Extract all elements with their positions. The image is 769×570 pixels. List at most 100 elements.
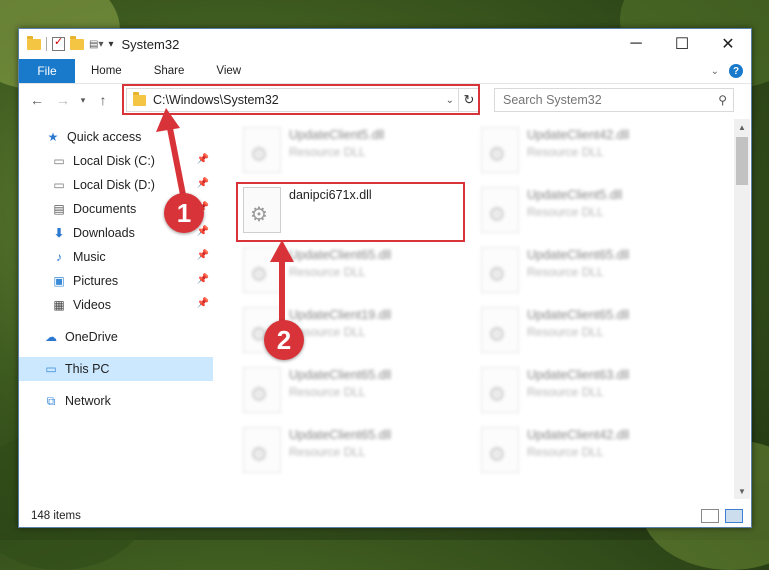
file-name: danipci671x.dll — [289, 188, 372, 202]
address-path[interactable]: C:\Windows\System32 — [153, 93, 279, 107]
address-dropdown-icon[interactable]: ⌄ — [446, 95, 454, 106]
minimize-button[interactable]: ─ — [613, 29, 659, 59]
sidebar-item-label: Pictures — [73, 274, 119, 288]
drive-icon: ▭ — [53, 178, 65, 192]
file-item[interactable]: UpdateClient65.dll Resource DLL — [219, 361, 439, 417]
dll-file-icon — [481, 427, 519, 473]
sidebar-item-label: Network — [65, 394, 111, 408]
pin-icon[interactable]: 📌 — [197, 178, 209, 189]
customize-toolbar-icon[interactable]: ▤▾ — [89, 39, 103, 50]
star-icon: ★ — [47, 130, 59, 144]
back-button[interactable]: ← — [27, 92, 47, 108]
file-item[interactable]: UpdateClient19.dll Resource DLL — [219, 301, 439, 357]
sidebar-item-music[interactable]: ♪ Music 📌 — [19, 245, 213, 269]
sidebar-item-this-pc[interactable]: ▭ This PC — [19, 357, 213, 381]
download-icon: ⬇ — [53, 226, 65, 240]
recent-locations-icon[interactable]: ▾ — [73, 95, 93, 106]
sidebar-item-local-disk-c[interactable]: ▭ Local Disk (C:) 📌 — [19, 149, 213, 173]
expand-ribbon-icon[interactable]: ⌄ — [711, 66, 719, 77]
sidebar-item-pictures[interactable]: ▣ Pictures 📌 — [19, 269, 213, 293]
file-item[interactable]: UpdateClient65.dll Resource DLL — [219, 241, 439, 297]
toolbar-separator — [46, 37, 47, 51]
folder-icon — [27, 35, 41, 50]
sidebar-item-network[interactable]: ⧉ Network — [19, 389, 213, 413]
properties-icon[interactable] — [52, 35, 65, 51]
picture-icon: ▣ — [53, 274, 65, 288]
file-name: UpdateClient42.dll — [527, 428, 630, 442]
document-icon: ▤ — [53, 202, 65, 216]
close-button[interactable]: ✕ — [705, 29, 751, 59]
sidebar-item-label: This PC — [65, 362, 110, 376]
sidebar-item-videos[interactable]: ▦ Videos 📌 — [19, 293, 213, 317]
pin-icon[interactable]: 📌 — [197, 154, 209, 165]
tab-view[interactable]: View — [200, 65, 257, 77]
forward-button[interactable]: → — [53, 92, 73, 108]
file-name: UpdateClient65.dll — [527, 308, 630, 322]
scroll-thumb[interactable] — [736, 137, 748, 185]
file-name: UpdateClient65.dll — [527, 248, 630, 262]
refresh-icon[interactable]: ↻ — [458, 89, 479, 111]
search-box[interactable]: ⚲ — [494, 88, 734, 112]
scroll-up-icon[interactable]: ▲ — [734, 119, 750, 135]
tab-file[interactable]: File — [19, 59, 75, 83]
file-list: UpdateClient5.dll Resource DLL danipci671… — [219, 115, 731, 505]
file-item[interactable]: UpdateClient65.dll Resource DLL — [219, 421, 439, 477]
quick-access-toolbar: ▤▾ ▾ — [19, 35, 114, 51]
file-type: Resource DLL — [527, 325, 604, 339]
sidebar-item-label: Downloads — [73, 226, 135, 240]
tab-home[interactable]: Home — [75, 65, 138, 77]
file-name: UpdateClient63.dll — [527, 368, 630, 382]
file-name: UpdateClient65.dll — [289, 248, 392, 262]
file-type: Resource DLL — [527, 385, 604, 399]
window-title: System32 — [121, 36, 180, 52]
sidebar-item-label: Local Disk (C:) — [73, 154, 155, 168]
sidebar-item-label: OneDrive — [65, 330, 118, 344]
sidebar-item-label: Local Disk (D:) — [73, 178, 155, 192]
file-item[interactable]: UpdateClient65.dll Resource DLL — [457, 301, 677, 357]
file-type: Resource DLL — [289, 325, 366, 339]
sidebar-item-onedrive[interactable]: ☁ OneDrive — [19, 325, 213, 349]
details-view-icon[interactable] — [701, 509, 719, 523]
item-count: 148 items — [31, 510, 81, 522]
file-type: Resource DLL — [289, 445, 366, 459]
search-icon: ⚲ — [718, 93, 727, 107]
title-bar: ▤▾ ▾ System32 ─ ☐ ✕ — [19, 29, 751, 59]
file-item-highlighted[interactable]: danipci671x.dll — [219, 181, 439, 237]
up-button[interactable]: ↑ — [93, 92, 113, 108]
file-name: UpdateClient19.dll — [289, 308, 392, 322]
dll-file-icon — [243, 187, 281, 233]
file-item[interactable]: UpdateClient5.dll Resource DLL — [219, 121, 439, 177]
maximize-button[interactable]: ☐ — [659, 29, 705, 59]
file-type: Resource DLL — [289, 265, 366, 279]
scroll-down-icon[interactable]: ▼ — [734, 483, 750, 499]
navigation-pane: ★ Quick access ▭ Local Disk (C:) 📌 ▭ Loc… — [19, 125, 213, 413]
file-type: Resource DLL — [527, 265, 604, 279]
status-bar: 148 items — [19, 505, 751, 527]
step-2-callout: 2 — [264, 320, 304, 360]
address-bar[interactable]: C:\Windows\System32 ⌄ ↻ — [126, 88, 480, 112]
file-item[interactable]: UpdateClient42.dll Resource DLL — [457, 421, 677, 477]
pin-icon[interactable]: 📌 — [197, 274, 209, 285]
dll-file-icon — [481, 307, 519, 353]
file-item[interactable]: UpdateClient42.dll Resource DLL — [457, 121, 677, 177]
sidebar-item-quick-access[interactable]: ★ Quick access — [19, 125, 213, 149]
file-item[interactable]: UpdateClient65.dll Resource DLL — [457, 241, 677, 297]
tab-share[interactable]: Share — [138, 65, 201, 77]
pin-icon[interactable]: 📌 — [197, 298, 209, 309]
new-folder-icon[interactable] — [70, 35, 84, 50]
navigation-bar: ← → ▾ ↑ C:\Windows\System32 ⌄ ↻ ⚲ — [19, 85, 751, 115]
file-item[interactable]: UpdateClient63.dll Resource DLL — [457, 361, 677, 417]
drive-icon: ▭ — [53, 154, 65, 168]
dll-file-icon — [481, 127, 519, 173]
explorer-window: ▤▾ ▾ System32 ─ ☐ ✕ File Home Share View… — [18, 28, 752, 528]
file-name: UpdateClient5.dll — [289, 128, 385, 142]
toolbar-dropdown-icon[interactable]: ▾ — [108, 39, 113, 50]
search-input[interactable] — [501, 92, 705, 108]
file-item[interactable]: UpdateClient5.dll Resource DLL — [457, 181, 677, 237]
help-icon[interactable]: ? — [729, 64, 743, 78]
pin-icon[interactable]: 📌 — [197, 226, 209, 237]
large-icons-view-icon[interactable] — [725, 509, 743, 523]
vertical-scrollbar[interactable]: ▲ ▼ — [734, 119, 750, 499]
music-icon: ♪ — [56, 250, 62, 264]
pin-icon[interactable]: 📌 — [197, 250, 209, 261]
